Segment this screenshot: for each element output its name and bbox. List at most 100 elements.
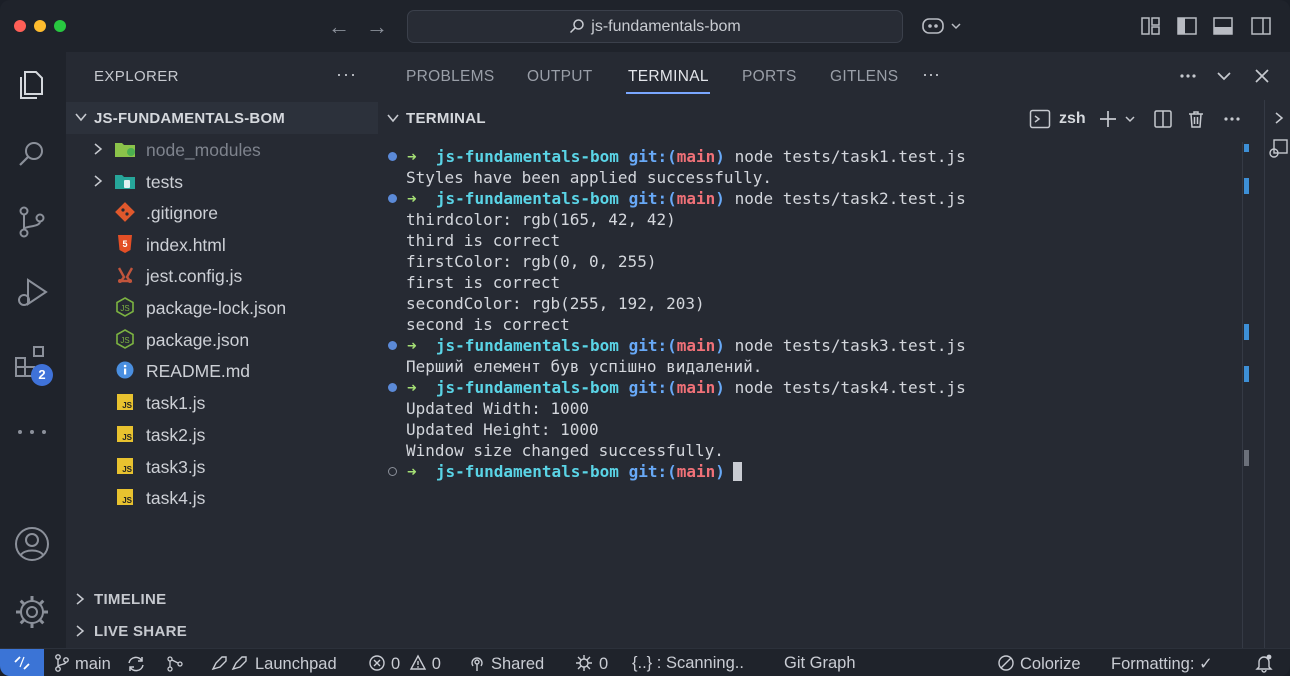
terminal-shell-selector[interactable]: zsh <box>1029 108 1095 132</box>
tree-item-task3[interactable]: task3.js <box>66 451 378 482</box>
terminal-scrollbar[interactable] <box>1242 142 1250 648</box>
command-success-decoration[interactable] <box>388 152 397 161</box>
terminal-header-label: TERMINAL <box>406 110 486 127</box>
source-control-icon[interactable] <box>12 202 52 242</box>
arrow-right-icon[interactable]: → <box>366 14 388 40</box>
tab-ports[interactable]: PORTS <box>742 68 797 86</box>
project-folder-header[interactable]: JS-FUNDAMENTALS-BOM <box>66 102 378 134</box>
settings-gear-icon[interactable] <box>12 592 52 632</box>
scrollbar-marker <box>1244 324 1249 340</box>
explorer-title: EXPLORER <box>94 68 179 85</box>
kill-terminal-trash-icon[interactable] <box>1186 109 1206 129</box>
jest-file-icon <box>117 267 134 283</box>
terminal-output[interactable]: ➜ js-fundamentals-bom git:(main) node te… <box>378 140 1240 648</box>
git-graph-icon[interactable] <box>165 655 185 673</box>
tree-item-task2[interactable]: task2.js <box>66 419 378 450</box>
tree-item-package-lock[interactable]: JS package-lock.json <box>66 292 378 323</box>
ports-icon <box>576 655 592 671</box>
new-terminal-icon[interactable] <box>1098 109 1140 129</box>
close-panel-icon[interactable] <box>1252 66 1272 86</box>
minimize-window-button[interactable] <box>34 20 46 32</box>
close-window-button[interactable] <box>14 20 26 32</box>
terminal-prompt-line: ➜ js-fundamentals-bom git:(main) node te… <box>388 377 966 398</box>
chevron-down-icon <box>75 113 87 122</box>
rocket-icon <box>211 656 247 671</box>
tree-item-package-json[interactable]: JS package.json <box>66 324 378 355</box>
arrow-left-icon[interactable]: ← <box>328 14 350 40</box>
tab-output[interactable]: OUTPUT <box>527 68 593 86</box>
panel-more-actions-icon[interactable] <box>1178 66 1198 86</box>
bottom-panel: PROBLEMS OUTPUT TERMINAL PORTS GITLENS ·… <box>378 52 1290 648</box>
account-icon[interactable] <box>12 524 52 564</box>
tree-item-task4[interactable]: task4.js <box>66 482 378 513</box>
problems-status[interactable]: 0 0 <box>368 654 441 674</box>
command-success-decoration[interactable] <box>388 341 397 350</box>
tree-item-gitignore[interactable]: .gitignore <box>66 197 378 228</box>
command-center-search[interactable]: js-fundamentals-bom <box>407 10 903 43</box>
tree-item-jest-config[interactable]: jest.config.js <box>66 260 378 291</box>
broadcast-icon <box>471 657 483 671</box>
svg-text:5: 5 <box>122 239 127 249</box>
more-icon[interactable] <box>12 412 52 452</box>
tab-problems[interactable]: PROBLEMS <box>406 68 495 86</box>
debug-console-icon[interactable] <box>1267 138 1289 160</box>
chevron-down-icon[interactable] <box>386 111 400 125</box>
search-icon[interactable] <box>12 134 52 174</box>
command-success-decoration[interactable] <box>388 194 397 203</box>
maximize-panel-chevron-icon[interactable] <box>1214 66 1234 86</box>
tree-item-label: README.md <box>146 361 251 381</box>
toggle-panel-icon[interactable] <box>1212 15 1234 37</box>
scanning-status[interactable]: {..} : Scanning.. <box>632 654 744 673</box>
colorize-status[interactable]: Colorize <box>997 654 1081 674</box>
chevron-right-icon[interactable] <box>1272 110 1286 126</box>
ports-status[interactable]: 0 <box>574 654 608 674</box>
shell-name: zsh <box>1059 110 1086 127</box>
live-share-status[interactable]: Shared <box>468 654 544 674</box>
customize-layout-icon[interactable] <box>1140 15 1162 37</box>
js-file-icon <box>114 392 136 412</box>
maximize-window-button[interactable] <box>54 20 66 32</box>
tabs-more-button[interactable]: ··· <box>922 64 940 85</box>
tree-item-label: tests <box>146 172 183 192</box>
scrollbar-thumb[interactable] <box>1244 450 1249 466</box>
terminal-prompt-line: ➜ js-fundamentals-bom git:(main) node te… <box>388 146 966 167</box>
tree-item-node-modules[interactable]: node_modules <box>66 134 378 165</box>
explorer-sidebar: EXPLORER ··· JS-FUNDAMENTALS-BOM node_mo… <box>66 52 378 648</box>
tree-item-index-html[interactable]: 5 index.html <box>66 229 378 260</box>
tab-terminal[interactable]: TERMINAL <box>628 68 709 86</box>
command-success-decoration[interactable] <box>388 383 397 392</box>
tree-item-readme[interactable]: README.md <box>66 355 378 386</box>
tree-item-task1[interactable]: task1.js <box>66 387 378 418</box>
terminal-output-line: third is correct <box>406 231 561 250</box>
terminal-output-line: thirdcolor: rgb(165, 42, 42) <box>406 210 676 229</box>
terminal-current-prompt: ➜ js-fundamentals-bom git:(main) <box>388 461 742 482</box>
explorer-more-button[interactable]: ··· <box>336 64 357 85</box>
terminal-prompt-line: ➜ js-fundamentals-bom git:(main) node te… <box>388 335 966 356</box>
tab-gitlens[interactable]: GITLENS <box>830 68 898 86</box>
run-debug-icon[interactable] <box>12 272 52 312</box>
branch-status[interactable]: main <box>54 654 111 674</box>
tree-item-tests[interactable]: tests <box>66 166 378 197</box>
status-bar: main Launchpad 0 0 Shared 0 {..} : Scann… <box>0 648 1290 676</box>
remote-indicator[interactable] <box>0 649 44 676</box>
tree-item-label: task4.js <box>146 488 206 508</box>
project-name: JS-FUNDAMENTALS-BOM <box>94 110 286 127</box>
formatting-status[interactable]: Formatting: ✓ <box>1111 654 1213 674</box>
toggle-primary-sidebar-icon[interactable] <box>1176 15 1198 37</box>
split-terminal-icon[interactable] <box>1153 109 1173 129</box>
notifications-bell-icon[interactable] <box>1254 653 1274 673</box>
timeline-section[interactable]: TIMELINE <box>66 584 378 614</box>
terminal-output-line: Updated Width: 1000 <box>406 399 590 418</box>
scrollbar-marker <box>1244 178 1249 194</box>
explorer-icon[interactable] <box>12 64 52 104</box>
toggle-secondary-sidebar-icon[interactable] <box>1250 15 1272 37</box>
sync-icon[interactable] <box>126 655 146 673</box>
git-graph-button[interactable]: Git Graph <box>784 654 856 673</box>
terminal-more-icon[interactable] <box>1222 109 1242 129</box>
launchpad-status[interactable]: Launchpad <box>210 654 337 674</box>
copilot-icon[interactable] <box>920 15 964 37</box>
chevron-right-icon <box>76 625 85 637</box>
html-file-icon: 5 <box>118 235 132 253</box>
live-share-section[interactable]: LIVE SHARE <box>66 616 378 646</box>
scrollbar-marker <box>1244 144 1249 152</box>
